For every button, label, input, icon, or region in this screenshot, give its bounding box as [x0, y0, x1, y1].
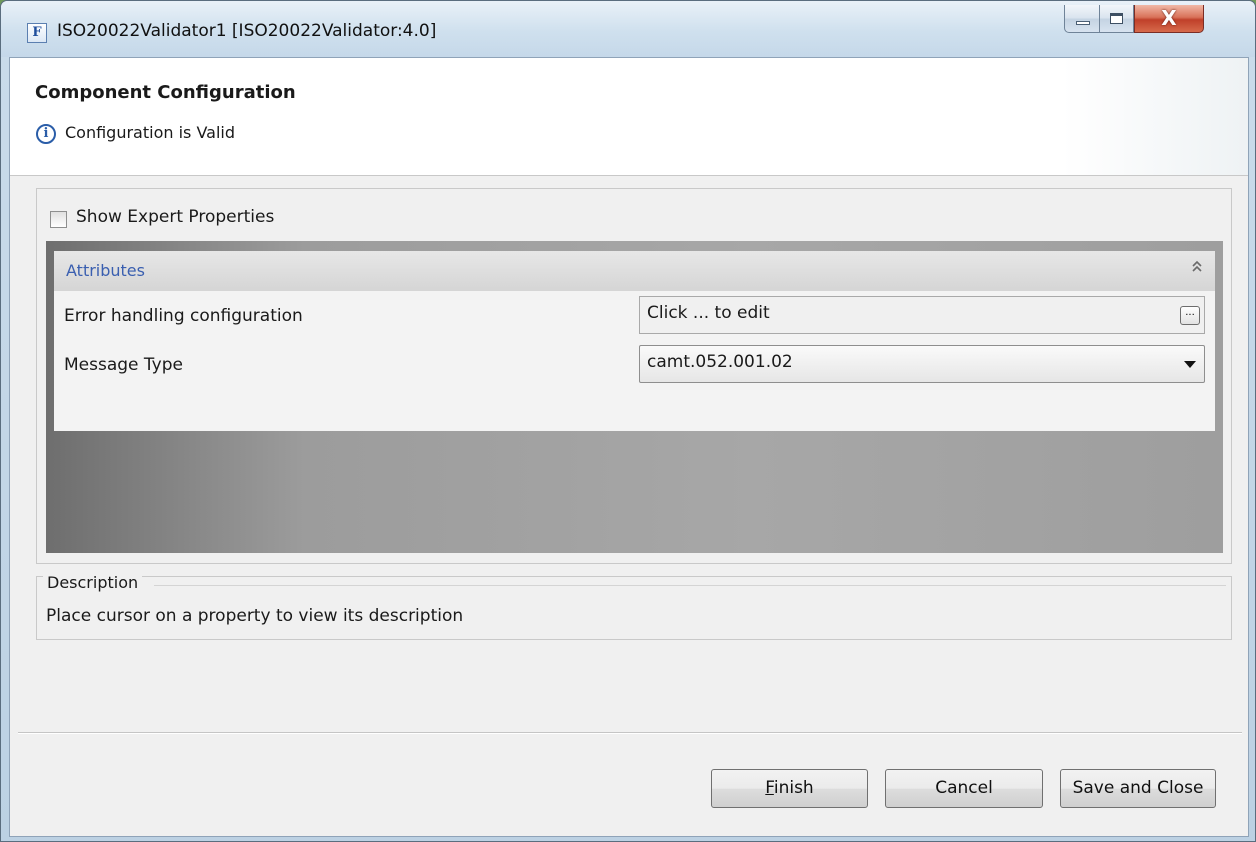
finish-mnemonic: F — [765, 778, 774, 798]
error-handling-label: Error handling configuration — [64, 306, 303, 326]
chevron-down-icon[interactable] — [1184, 361, 1196, 368]
dialog-header: Component Configuration i Configuration … — [10, 58, 1248, 176]
attributes-section-title[interactable]: Attributes — [66, 261, 145, 280]
message-type-value: camt.052.001.02 — [647, 352, 793, 372]
finish-label: inish — [773, 778, 814, 798]
properties-group: Show Expert Properties Attributes Error … — [36, 188, 1232, 564]
maximize-button[interactable] — [1100, 5, 1134, 33]
info-icon: i — [36, 124, 56, 144]
page-title: Component Configuration — [35, 82, 296, 103]
close-icon: X — [1161, 6, 1177, 30]
window-title: ISO20022Validator1 [ISO20022Validator:4.… — [57, 21, 437, 41]
show-expert-label[interactable]: Show Expert Properties — [76, 207, 274, 227]
finish-button[interactable]: Finish — [711, 769, 868, 808]
attributes-section-header[interactable]: Attributes — [54, 251, 1215, 291]
description-legend: Description — [43, 573, 143, 592]
ellipsis-button[interactable]: ... — [1180, 306, 1200, 325]
cancel-button[interactable]: Cancel — [885, 769, 1043, 808]
error-handling-value: Click ... to edit — [647, 303, 770, 323]
description-group: Description Place cursor on a property t… — [36, 573, 1232, 640]
attributes-panel: Attributes Error handling configuration … — [46, 241, 1223, 553]
attributes-body: Error handling configuration Click ... t… — [54, 291, 1215, 431]
app-icon: F — [27, 23, 47, 43]
error-handling-field[interactable]: Click ... to edit ... — [639, 296, 1205, 334]
double-chevron-up-icon[interactable] — [1187, 257, 1207, 283]
description-divider — [154, 585, 1226, 586]
maximize-icon — [1110, 13, 1123, 24]
message-type-label: Message Type — [64, 355, 183, 375]
minimize-icon — [1076, 21, 1090, 25]
dialog-content: Component Configuration i Configuration … — [9, 57, 1249, 837]
save-and-close-button[interactable]: Save and Close — [1060, 769, 1216, 808]
dialog-window: F ISO20022Validator1 [ISO20022Validator:… — [0, 0, 1256, 842]
close-button[interactable]: X — [1134, 5, 1204, 33]
button-separator — [18, 732, 1242, 734]
minimize-button[interactable] — [1064, 5, 1100, 33]
title-bar[interactable]: F ISO20022Validator1 [ISO20022Validator:… — [1, 1, 1255, 57]
description-text: Place cursor on a property to view its d… — [46, 606, 464, 626]
show-expert-checkbox[interactable] — [50, 211, 67, 228]
message-type-select[interactable]: camt.052.001.02 — [639, 345, 1205, 383]
status-message: Configuration is Valid — [65, 123, 236, 142]
